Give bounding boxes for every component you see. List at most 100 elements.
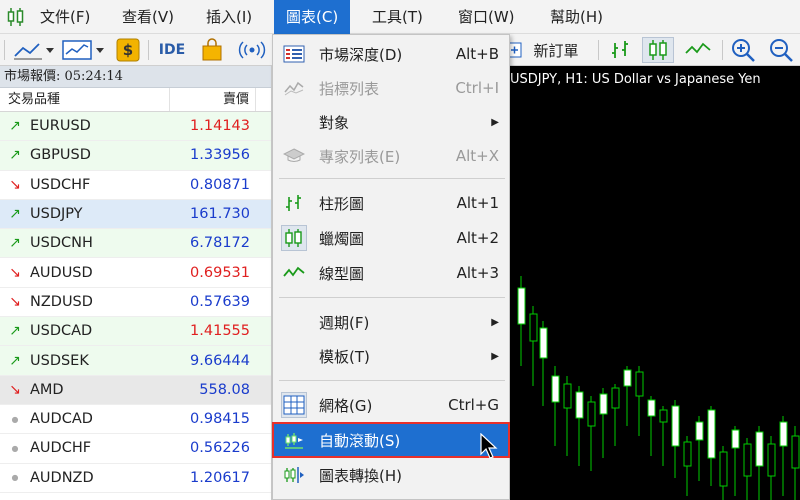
- menu-item-experts-list[interactable]: 專家列表(E) Alt+X: [273, 139, 509, 173]
- auto-scroll-icon: [281, 427, 307, 453]
- candle-body: [779, 421, 788, 447]
- new-order-label: 新訂單: [533, 41, 579, 60]
- market-watch-row[interactable]: ↗ USDCNH 6.78172: [0, 229, 271, 259]
- broadcast-icon: [238, 41, 266, 59]
- symbol-name: EURUSD: [30, 118, 91, 135]
- toolbar-separator: [4, 40, 5, 60]
- market-watch-panel: 市場報價: 05:24:14 交易品種 賣價 ↗ EURUSD 1.14143 ↗ GB…: [0, 66, 272, 500]
- symbol-name: AMD: [30, 381, 64, 398]
- market-button[interactable]: [198, 37, 226, 63]
- price-down-arrow-icon: ↘: [9, 293, 21, 310]
- submenu-arrow-icon: ▶: [491, 316, 499, 328]
- chart-window-icon: [62, 40, 104, 60]
- market-watch-row[interactable]: ↗ USDSEK 9.66444: [0, 346, 271, 376]
- bid-price: 0.69531: [190, 264, 250, 281]
- bid-price: 0.98415: [190, 411, 250, 428]
- menu-item-template[interactable]: 模板(T) ▶: [273, 339, 509, 373]
- menu-item-depth-of-market[interactable]: 市場深度(D) Alt+B: [273, 37, 509, 71]
- menu-item-chart-shift[interactable]: 圖表轉換(H): [273, 458, 509, 492]
- signals-button[interactable]: [236, 37, 268, 63]
- toolbar-separator: [598, 40, 599, 60]
- price-down-arrow-icon: ↘: [9, 264, 21, 281]
- zoom-out-button[interactable]: [766, 37, 796, 63]
- chart-shift-icon: [281, 462, 307, 488]
- candle-body: [695, 421, 704, 441]
- column-header-symbol[interactable]: 交易品種: [0, 88, 170, 111]
- menu-help[interactable]: 幫助(H): [538, 0, 615, 34]
- menu-item-shortcut: Ctrl+I: [455, 79, 499, 97]
- zoom-in-button[interactable]: [728, 37, 758, 63]
- menu-item-shortcut: Alt+2: [456, 229, 499, 247]
- bid-price: 161.730: [190, 206, 250, 223]
- price-up-arrow-icon: ↗: [9, 235, 21, 252]
- indicators-list-icon: [281, 75, 307, 101]
- bar-chart-icon: [612, 41, 628, 58]
- chart-window[interactable]: USDJPY, H1: US Dollar vs Japanese Yen: [510, 66, 800, 500]
- menu-item-objects[interactable]: 對象 ▶: [273, 105, 509, 139]
- menu-item-label: 網格(G): [319, 396, 373, 415]
- menu-item-bar-chart[interactable]: 柱形圖 Alt+1: [273, 186, 509, 220]
- chart-type-dropdown-button[interactable]: [12, 37, 56, 63]
- menu-separator: [279, 380, 505, 381]
- market-watch-row[interactable]: ↘ NZDUSD 0.57639: [0, 287, 271, 318]
- menu-tools[interactable]: 工具(T): [360, 0, 435, 34]
- price-neutral-dot-icon: ●: [11, 473, 19, 483]
- line-chart-button[interactable]: [682, 37, 714, 63]
- market-watch-row[interactable]: ● AUDCAD 0.98415: [0, 404, 271, 435]
- deposit-button[interactable]: $: [114, 37, 142, 63]
- market-watch-row[interactable]: ● AUDCHF 0.56226: [0, 434, 271, 464]
- menu-item-shortcut: Alt+B: [455, 45, 499, 63]
- market-watch-row[interactable]: ↘ AUDUSD 0.69531: [0, 258, 271, 288]
- menu-item-candlestick[interactable]: 蠟燭圖 Alt+2: [273, 221, 509, 255]
- price-up-arrow-icon: ↗: [9, 323, 21, 340]
- menu-item-line-chart[interactable]: 線型圖 Alt+3: [273, 256, 509, 290]
- market-watch-title: 市場報價: 05:24:14: [0, 66, 271, 88]
- depth-of-market-icon: [281, 41, 307, 67]
- menu-insert[interactable]: 插入(I): [194, 0, 264, 34]
- column-header-bid[interactable]: 賣價: [170, 88, 256, 111]
- bid-price: 0.80871: [190, 176, 250, 193]
- candle-body: [683, 441, 692, 467]
- app-logo-icon[interactable]: [6, 6, 26, 28]
- market-watch-row[interactable]: ↗ GBPUSD 1.33956: [0, 141, 271, 171]
- market-watch-row[interactable]: ↘ USDCHF 0.80871: [0, 170, 271, 200]
- menu-item-auto-scroll[interactable]: 自動滾動(S): [272, 422, 510, 458]
- toolbar-separator: [148, 40, 149, 60]
- menu-view[interactable]: 查看(V): [110, 0, 186, 34]
- bid-price: 1.41555: [190, 323, 250, 340]
- menu-item-periodicity[interactable]: 週期(F) ▶: [273, 305, 509, 339]
- terminal-window: 文件(F) 查看(V) 插入(I) 圖表(C) 工具(T) 窗口(W) 幫助(H…: [0, 0, 800, 500]
- market-watch-row[interactable]: ↘ AMD 558.08: [0, 375, 271, 405]
- submenu-arrow-icon: ▶: [491, 116, 499, 128]
- menu-window[interactable]: 窗口(W): [446, 0, 527, 34]
- menu-charts[interactable]: 圖表(C): [274, 0, 351, 34]
- candlestick-button[interactable]: [642, 37, 674, 63]
- menu-item-label: 圖表轉換(H): [319, 466, 402, 485]
- menubar: 文件(F) 查看(V) 插入(I) 圖表(C) 工具(T) 窗口(W) 幫助(H…: [0, 0, 800, 34]
- market-watch-row[interactable]: ↗ EURUSD 1.14143: [0, 112, 271, 142]
- candle-body: [635, 371, 644, 397]
- line-chart-icon: [281, 260, 307, 286]
- bid-price: 9.66444: [190, 352, 250, 369]
- market-watch-row[interactable]: ↗ USDJPY 161.730: [0, 199, 271, 230]
- experts-list-icon: [281, 143, 307, 169]
- menu-separator: [279, 297, 505, 298]
- menu-item-grid[interactable]: 網格(G) Ctrl+G: [273, 388, 509, 422]
- new-order-button[interactable]: 新訂單: [528, 37, 584, 63]
- market-watch-row[interactable]: ● AUDNZD 1.20617: [0, 463, 271, 493]
- menu-file[interactable]: 文件(F): [28, 0, 102, 34]
- timeframe-dropdown-button[interactable]: [60, 37, 106, 63]
- bar-chart-button[interactable]: [606, 37, 634, 63]
- bid-price: 1.33956: [190, 147, 250, 164]
- menu-item-shortcut: Ctrl+G: [448, 396, 499, 414]
- bid-price: 6.78172: [190, 235, 250, 252]
- candle-body: [707, 409, 716, 459]
- market-watch-row[interactable]: ↗ USDCAD 1.41555: [0, 317, 271, 347]
- symbol-name: USDJPY: [30, 206, 83, 223]
- ide-button[interactable]: IDE: [154, 37, 190, 63]
- menu-item-label: 蠟燭圖: [319, 229, 365, 248]
- menu-item-indicators-list[interactable]: 指標列表 Ctrl+I: [273, 71, 509, 105]
- candle-body: [755, 431, 764, 467]
- candlestick-icon: [281, 225, 307, 251]
- zoom-out-icon: [770, 39, 793, 62]
